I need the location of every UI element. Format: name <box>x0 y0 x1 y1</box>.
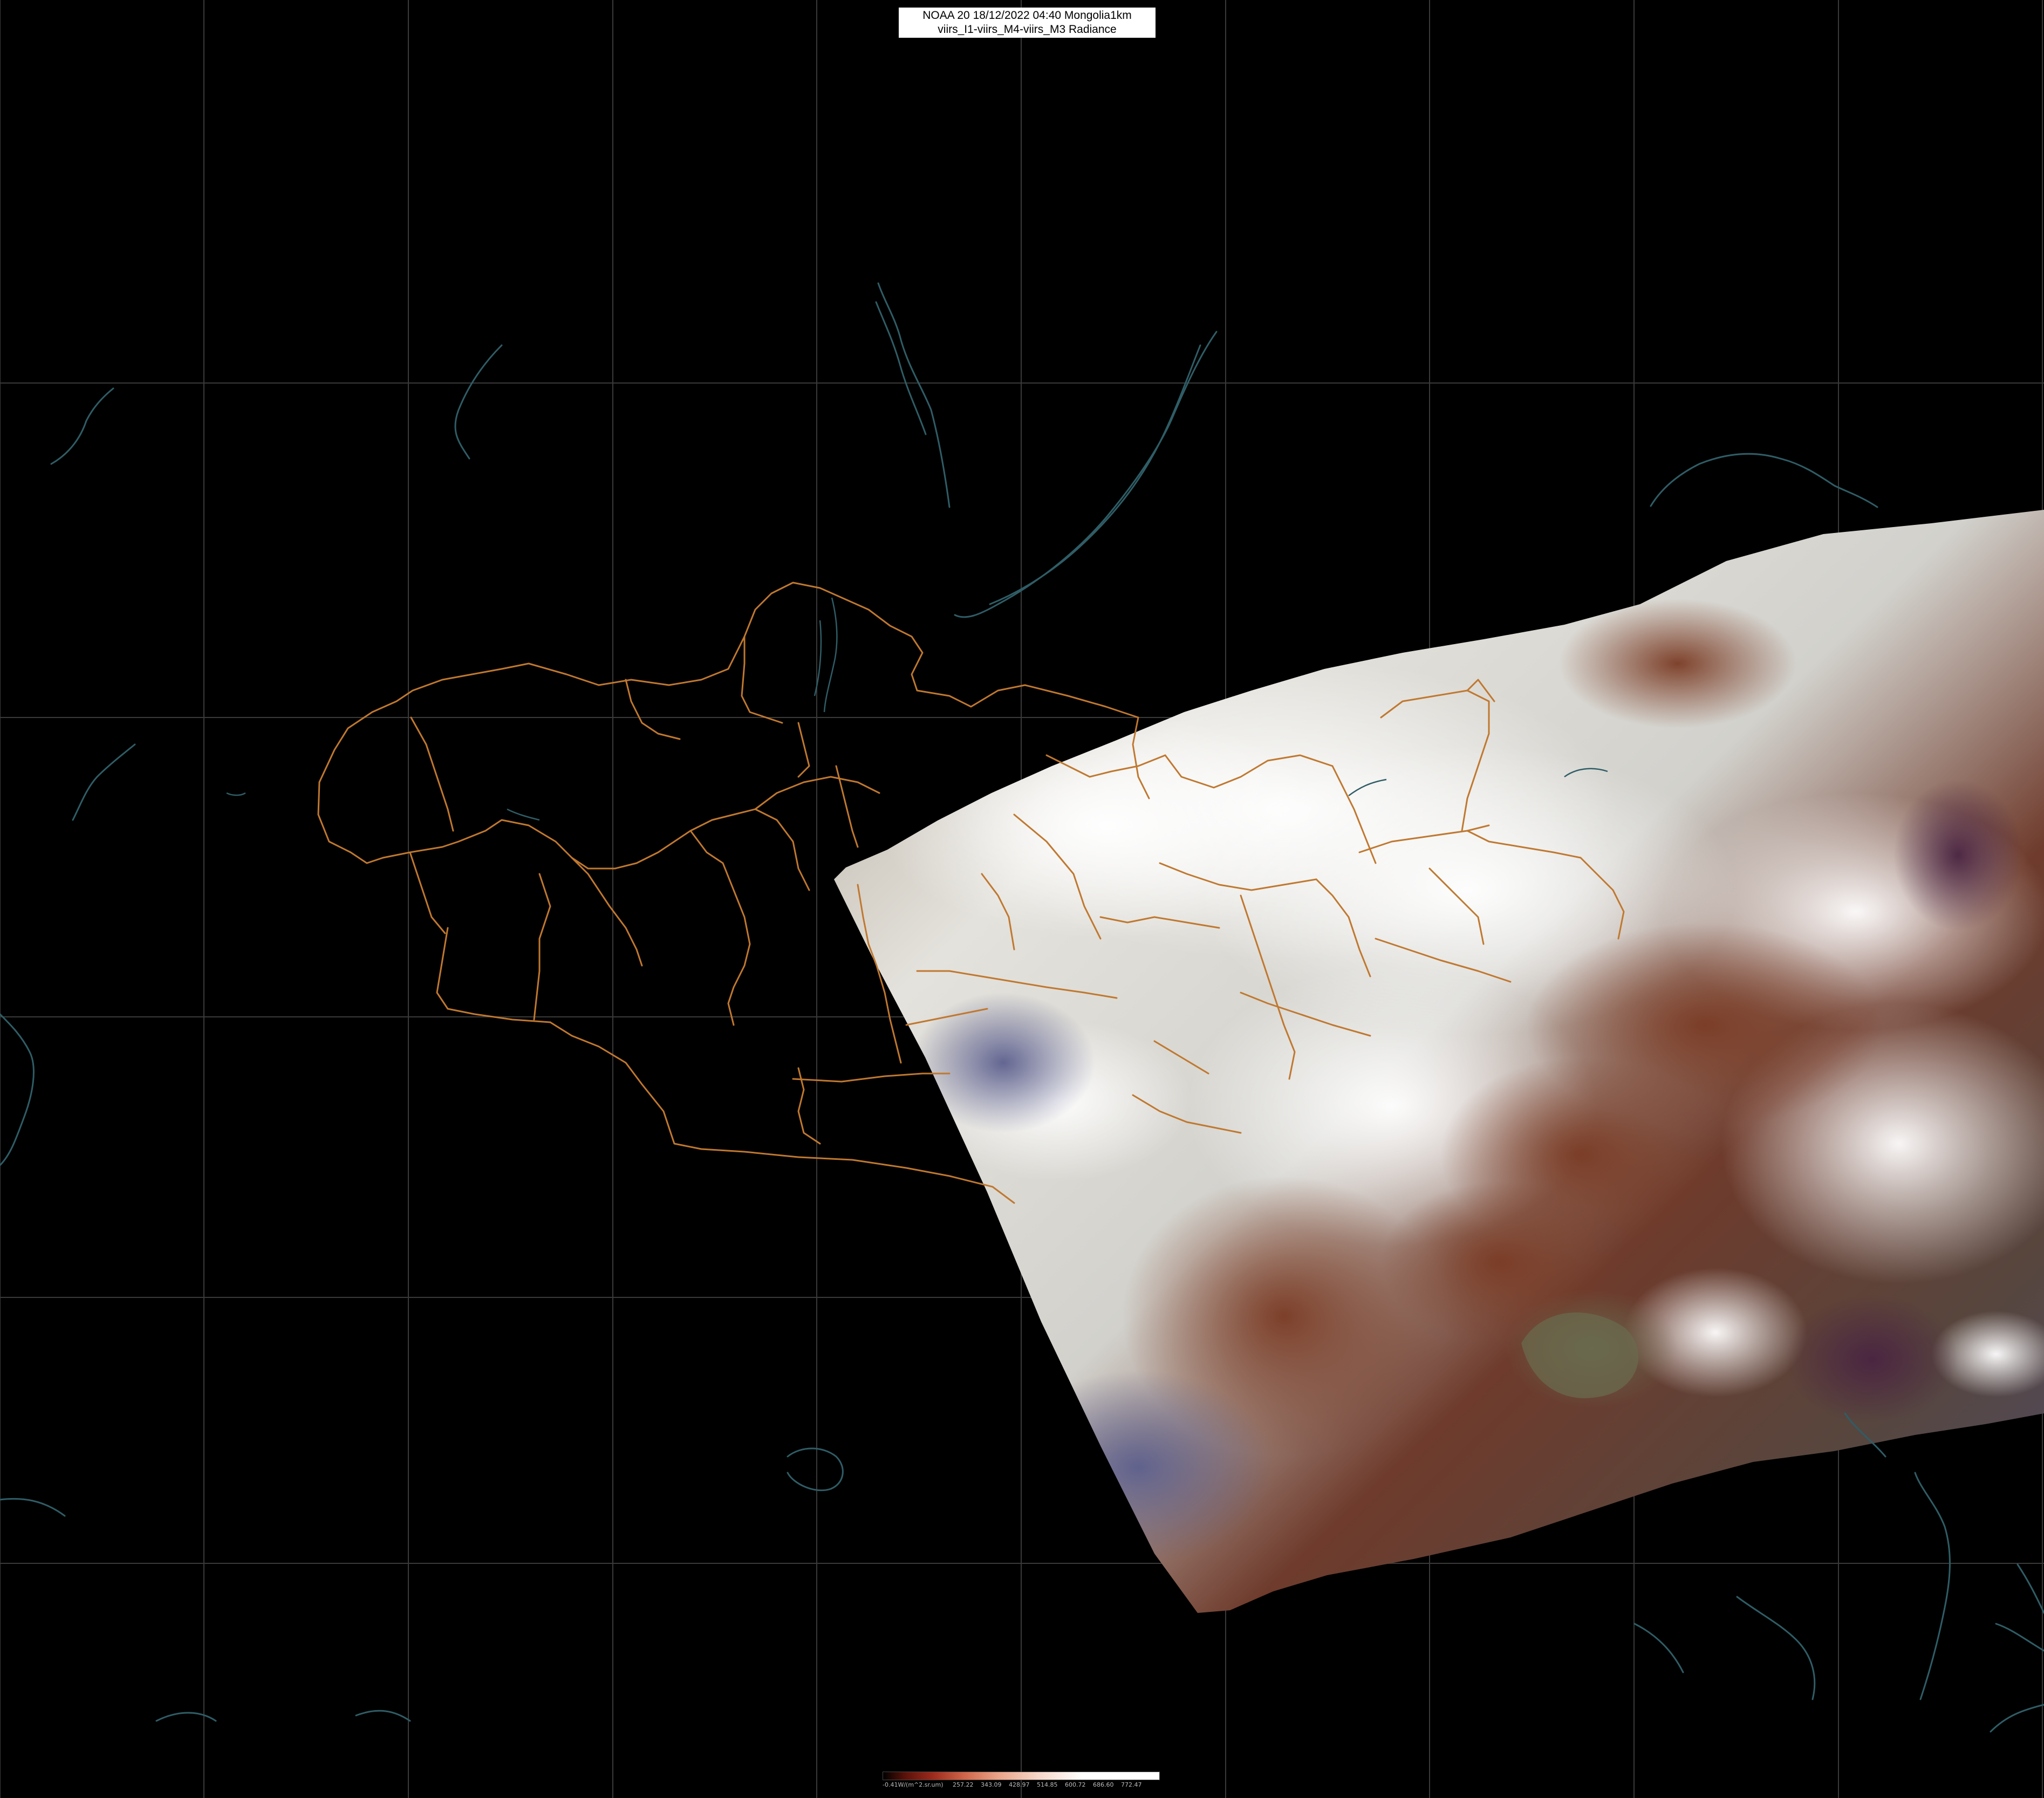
legend-label: -0.41W/(m^2.sr.um) <box>883 1781 944 1788</box>
title-line-1: NOAA 20 18/12/2022 04:40 Mongolia1km <box>922 9 1132 22</box>
legend-color-bar <box>883 1772 1160 1780</box>
legend-label: 514.85 <box>1037 1781 1058 1788</box>
legend-label: 772.47 <box>1121 1781 1142 1788</box>
legend-label: 686.60 <box>1093 1781 1114 1788</box>
legend-label: 600.72 <box>1065 1781 1086 1788</box>
legend-label: 343.09 <box>981 1781 1002 1788</box>
satellite-swath-image <box>834 510 2044 1613</box>
legend-label: 257.22 <box>953 1781 974 1788</box>
map-canvas <box>0 0 2044 1798</box>
title-line-2: viirs_I1-viirs_M4-viirs_M3 Radiance <box>938 23 1117 36</box>
radiance-legend: -0.41W/(m^2.sr.um) 257.22 343.09 428.97 … <box>883 1772 1160 1793</box>
legend-label: 428.97 <box>1009 1781 1030 1788</box>
legend-labels: -0.41W/(m^2.sr.um) 257.22 343.09 428.97 … <box>883 1781 1160 1791</box>
image-title: NOAA 20 18/12/2022 04:40 Mongolia1km vii… <box>899 8 1156 38</box>
